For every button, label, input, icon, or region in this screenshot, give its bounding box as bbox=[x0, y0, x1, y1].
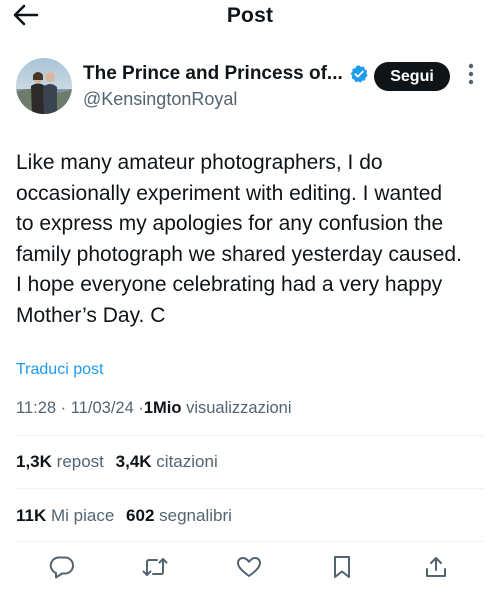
translate-post-link[interactable]: Traduci post bbox=[16, 361, 103, 379]
views-count: 1Mio bbox=[143, 399, 182, 417]
post-text: Like many amateur photographers, I do oc… bbox=[16, 151, 462, 327]
bookmark-icon bbox=[331, 555, 353, 584]
likes-stat[interactable]: 11K Mi piace bbox=[16, 506, 114, 526]
post-date[interactable]: 11/03/24 bbox=[71, 399, 134, 417]
more-options-button[interactable] bbox=[460, 62, 482, 91]
bookmarks-count: 602 bbox=[126, 506, 155, 525]
repost-button[interactable] bbox=[140, 554, 170, 584]
post-time[interactable]: 11:28 bbox=[16, 399, 56, 417]
quotes-label: citazioni bbox=[156, 452, 218, 471]
meta-separator: · bbox=[60, 399, 67, 417]
bookmarks-label: segnalibri bbox=[159, 506, 232, 525]
repost-icon bbox=[141, 555, 169, 584]
page-title: Post bbox=[226, 4, 274, 27]
stats-row-reposts: 1,3K repost 3,4K citazioni bbox=[16, 452, 218, 472]
likes-label: Mi piace bbox=[50, 506, 115, 525]
top-bar: Post bbox=[0, 0, 500, 34]
reply-button[interactable] bbox=[47, 554, 77, 584]
like-icon bbox=[236, 555, 262, 584]
author-name[interactable]: The Prince and Princess of... bbox=[83, 63, 343, 85]
follow-button[interactable]: Segui bbox=[374, 62, 450, 91]
author-handle[interactable]: @KensingtonRoyal bbox=[83, 89, 237, 110]
reposts-stat[interactable]: 1,3K repost bbox=[16, 452, 104, 472]
more-options-icon bbox=[468, 63, 474, 90]
author-name-row[interactable]: The Prince and Princess of... bbox=[83, 63, 369, 85]
reply-icon bbox=[49, 555, 75, 584]
verified-badge-icon bbox=[349, 64, 369, 84]
reposts-count: 1,3K bbox=[16, 452, 52, 471]
bookmarks-stat[interactable]: 602 segnalibri bbox=[126, 506, 232, 526]
likes-count: 11K bbox=[16, 506, 47, 525]
post-meta: 11:28 · 11/03/24 ·1Mio visualizzazioni bbox=[16, 399, 292, 418]
stats-row-likes: 11K Mi piace 602 segnalibri bbox=[16, 506, 232, 526]
avatar-photo bbox=[16, 58, 72, 114]
views-label: visualizzazioni bbox=[186, 399, 292, 417]
divider bbox=[16, 488, 484, 489]
reposts-label: repost bbox=[56, 452, 104, 471]
action-bar bbox=[0, 550, 500, 586]
like-button[interactable] bbox=[234, 554, 264, 584]
quotes-count: 3,4K bbox=[115, 452, 152, 471]
quotes-stat[interactable]: 3,4K citazioni bbox=[116, 452, 218, 472]
share-button[interactable] bbox=[421, 554, 451, 584]
divider bbox=[16, 435, 484, 436]
divider bbox=[16, 541, 484, 542]
avatar[interactable] bbox=[16, 58, 72, 114]
bookmark-button[interactable] bbox=[327, 554, 357, 584]
share-icon bbox=[424, 555, 448, 584]
